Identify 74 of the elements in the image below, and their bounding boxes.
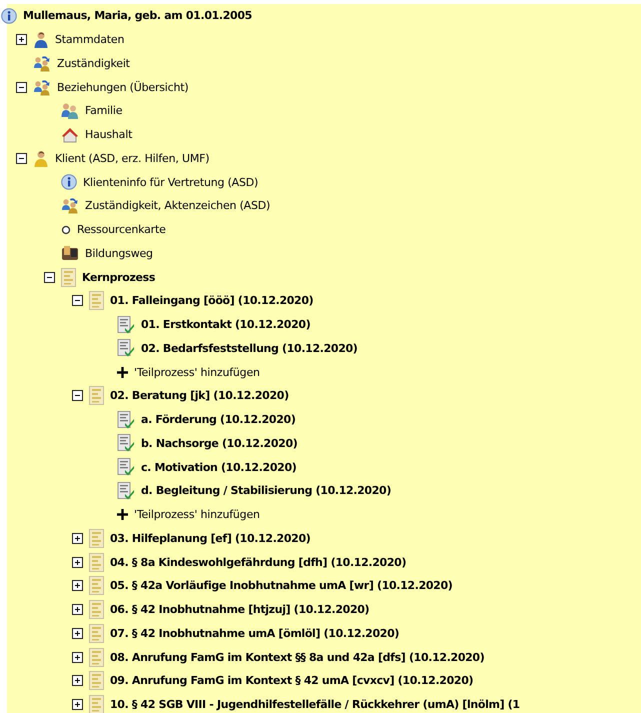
people-arrows-icon bbox=[61, 197, 79, 214]
expand-toggle[interactable] bbox=[72, 628, 82, 639]
plus-icon bbox=[117, 366, 128, 378]
tree-item-label[interactable]: Stammdaten bbox=[55, 33, 124, 46]
document-icon bbox=[89, 576, 104, 596]
tree-item-label[interactable]: 03. Hilfeplanung [ef] (10.12.2020) bbox=[110, 532, 310, 545]
document-icon bbox=[89, 695, 104, 713]
document-icon bbox=[89, 624, 104, 643]
collapse-toggle[interactable] bbox=[72, 390, 82, 402]
expand-toggle[interactable] bbox=[72, 675, 82, 686]
tree-item-label[interactable]: Klient (ASD, erz. Hilfen, UMF) bbox=[55, 152, 210, 165]
expand-toggle[interactable] bbox=[72, 556, 82, 568]
plus-icon bbox=[117, 509, 128, 520]
expand-toggle[interactable] bbox=[72, 604, 82, 616]
people-arrows-icon bbox=[33, 78, 51, 96]
tree-item-label[interactable]: 07. § 42 Inobhutnahme umA [ömlöl] (10.12.2020) bbox=[110, 626, 400, 640]
expand-toggle[interactable] bbox=[72, 580, 82, 592]
collapse-toggle[interactable] bbox=[44, 272, 54, 283]
collapse-toggle[interactable] bbox=[16, 82, 26, 93]
document-icon bbox=[89, 291, 104, 310]
document-check-icon bbox=[117, 458, 135, 476]
document-icon bbox=[89, 552, 104, 572]
document-check-icon bbox=[117, 316, 135, 334]
info-icon bbox=[1, 8, 17, 24]
tree-item-label[interactable]: a. Förderung (10.12.2020) bbox=[141, 413, 296, 426]
house-icon bbox=[61, 126, 79, 143]
collapse-toggle[interactable] bbox=[72, 295, 82, 306]
tree-item-label[interactable]: Kernprozess bbox=[82, 270, 156, 284]
circle-icon bbox=[61, 224, 71, 235]
expand-toggle[interactable] bbox=[72, 699, 82, 710]
books-icon bbox=[61, 245, 79, 262]
info-icon bbox=[61, 174, 77, 190]
expand-toggle[interactable] bbox=[72, 652, 82, 663]
tree-item-label[interactable]: 01. Erstkontakt (10.12.2020) bbox=[141, 318, 310, 332]
document-check-icon bbox=[117, 410, 135, 429]
tree-item-label[interactable]: 09. Anrufung FamG im Kontext § 42 umA [cvxcv] (10.12.2020) bbox=[110, 674, 474, 688]
expand-toggle[interactable] bbox=[16, 34, 26, 46]
tree-item-label[interactable]: 02. Bedarfsfeststellung (10.12.2020) bbox=[141, 342, 358, 355]
document-icon bbox=[89, 648, 104, 667]
tree-item-label[interactable]: c. Motivation (10.12.2020) bbox=[141, 460, 296, 474]
tree-item-label[interactable]: 10. § 42 SGB VIII - Jugendhilfestellefälle / Rückkehrer (umA) [lnölm] (1 bbox=[110, 698, 520, 712]
tree-item-label[interactable]: b. Nachsorge (10.12.2020) bbox=[141, 436, 298, 450]
tree-item-label[interactable]: 05. § 42a Vorläufige Inobhutnahme umA [wr] (10.12.2020) bbox=[110, 579, 452, 592]
tree-item-label[interactable]: Ressourcenkarte bbox=[77, 223, 166, 236]
expand-toggle[interactable] bbox=[72, 532, 82, 544]
collapse-toggle[interactable] bbox=[16, 152, 26, 164]
tree-item-label[interactable]: Beziehungen (Übersicht) bbox=[57, 80, 188, 94]
tree-item-label[interactable]: 04. § 8a Kindeswohlgefährdung [dfh] (10.12.2020) bbox=[110, 556, 406, 569]
document-icon bbox=[61, 268, 76, 287]
document-check-icon bbox=[117, 482, 135, 500]
tree-item-label[interactable]: Zuständigkeit bbox=[57, 56, 130, 70]
tree-item-label[interactable]: 08. Anrufung FamG im Kontext §§ 8a und 42a [dfs] (10.12.2020) bbox=[110, 650, 484, 664]
family-icon bbox=[61, 102, 79, 120]
document-icon bbox=[89, 528, 104, 548]
tree-item-label[interactable]: Zuständigkeit, Aktenzeichen (ASD) bbox=[85, 199, 270, 212]
document-check-icon bbox=[117, 339, 135, 358]
tree-item-label[interactable]: 'Teilprozess' hinzufügen bbox=[134, 508, 260, 522]
tree-item-label[interactable]: Haushalt bbox=[85, 128, 132, 142]
tree-item-label[interactable]: 01. Falleingang [ööö] (10.12.2020) bbox=[110, 294, 314, 308]
tree-item-label[interactable]: d. Begleitung / Stabilisierung (10.12.2020) bbox=[141, 484, 392, 498]
person-icon bbox=[33, 150, 49, 167]
tree-item-label[interactable]: 06. § 42 Inobhutnahme [htjzuj] (10.12.2020) bbox=[110, 603, 370, 616]
record-title: Mullemaus, Maria, geb. am 01.01.2005 bbox=[23, 9, 252, 22]
tree-item-label[interactable]: Bildungsweg bbox=[85, 246, 153, 260]
document-check-icon bbox=[117, 434, 135, 452]
tree-item-label[interactable]: 02. Beratung [jk] (10.12.2020) bbox=[110, 389, 289, 402]
tree-item-label[interactable]: Familie bbox=[85, 104, 122, 118]
tree-item-label[interactable]: Klienteninfo für Vertretung (ASD) bbox=[83, 176, 258, 189]
document-icon bbox=[89, 671, 104, 690]
tree-item-label[interactable]: 'Teilprozess' hinzufügen bbox=[134, 366, 260, 379]
people-arrows-icon bbox=[33, 54, 51, 72]
person-icon bbox=[33, 31, 49, 48]
document-icon bbox=[89, 600, 104, 620]
document-icon bbox=[89, 386, 104, 406]
